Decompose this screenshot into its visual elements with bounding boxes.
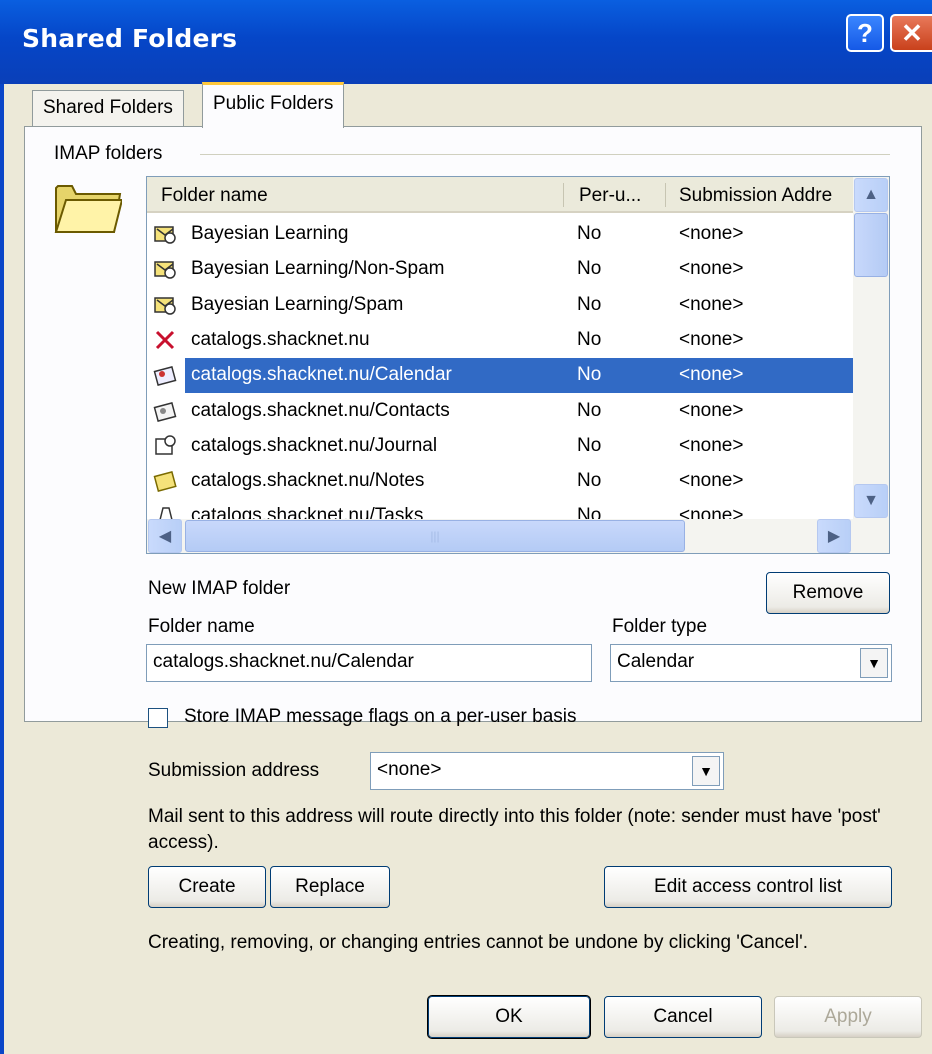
folder-type-dropdown[interactable]: Calendar ▼ <box>610 644 892 682</box>
folder-type-value: Calendar <box>617 651 695 672</box>
column-header-submission-address[interactable]: Submission Addre <box>667 177 853 213</box>
table-row[interactable]: catalogs.shacknet.nu/Journal No <none> <box>147 429 853 464</box>
close-button[interactable]: ✕ <box>890 14 932 52</box>
notes-icon <box>153 469 177 493</box>
folder-name-cell: Bayesian Learning <box>191 223 349 244</box>
per-user-cell: No <box>577 223 602 244</box>
chevron-left-icon: ◀ <box>158 528 172 545</box>
submission-address-value: <none> <box>377 759 442 780</box>
tab-public-folders[interactable]: Public Folders <box>202 82 345 128</box>
column-header-per-user[interactable]: Per-u... <box>565 177 667 213</box>
submission-note: Mail sent to this address will route dir… <box>148 806 881 853</box>
folder-name-label: Folder name <box>148 616 255 637</box>
scroll-down-button[interactable]: ▼ <box>854 484 888 518</box>
submission-address-cell: <none> <box>679 364 744 386</box>
submission-address-dropdown[interactable]: <none> ▼ <box>370 752 724 790</box>
tab-shared-folders[interactable]: Shared Folders <box>32 90 184 126</box>
per-user-flags-checkbox[interactable] <box>148 708 168 728</box>
table-row[interactable]: Bayesian Learning/Spam No <none> <box>147 288 853 323</box>
column-divider[interactable] <box>665 183 666 207</box>
table-row[interactable]: Bayesian Learning/Non-Spam No <none> <box>147 252 853 287</box>
submission-address-cell: <none> <box>679 434 744 456</box>
per-user-cell: No <box>577 293 602 315</box>
folder-name-cell: Bayesian Learning/Spam <box>191 293 404 315</box>
undo-warning: Creating, removing, or changing entries … <box>148 932 808 953</box>
calendar-icon <box>153 363 177 387</box>
horizontal-scrollbar[interactable]: ◀ ||| ▶ <box>147 519 889 553</box>
submission-address-cell: <none> <box>679 399 744 421</box>
table-row[interactable]: catalogs.shacknet.nu/Contacts No <none> <box>147 394 853 429</box>
ok-button[interactable]: OK <box>427 995 591 1039</box>
vertical-scrollbar[interactable]: ▲ ▼ <box>853 177 889 519</box>
bayesian-icon <box>153 293 177 317</box>
column-header-folder-name[interactable]: Folder name <box>147 177 565 213</box>
folder-name-cell: catalogs.shacknet.nu/Contacts <box>191 399 450 421</box>
apply-button[interactable]: Apply <box>774 996 922 1038</box>
folder-name-cell: catalogs.shacknet.nu/Notes <box>191 470 425 492</box>
chevron-down-icon: ▼ <box>863 492 879 509</box>
cancel-button[interactable]: Cancel <box>604 996 762 1038</box>
folder-type-label: Folder type <box>612 616 708 637</box>
scroll-up-button[interactable]: ▲ <box>854 178 888 212</box>
per-user-cell: No <box>577 364 602 386</box>
table-row[interactable]: Bayesian Learning No <none> <box>147 217 853 252</box>
submission-address-label: Submission address <box>148 760 320 781</box>
submission-address-cell: <none> <box>679 293 744 315</box>
edit-acl-button[interactable]: Edit access control list <box>604 866 892 908</box>
chevron-down-icon[interactable]: ▼ <box>692 756 720 786</box>
table-row[interactable]: catalogs.shacknet.nu/Calendar No <none> <box>147 358 853 394</box>
submission-address-cell: <none> <box>679 223 744 244</box>
per-user-flags-label[interactable]: Store IMAP message flags on a per-user b… <box>184 706 577 728</box>
close-icon: ✕ <box>901 17 923 48</box>
remove-button[interactable]: Remove <box>766 572 890 614</box>
scroll-right-button[interactable]: ▶ <box>817 519 851 553</box>
scroll-left-button[interactable]: ◀ <box>148 519 182 553</box>
folder-name-cell: catalogs.shacknet.nu/Calendar <box>191 364 452 386</box>
journal-icon <box>153 434 177 458</box>
bayesian-icon <box>153 222 177 246</box>
submission-address-cell: <none> <box>679 258 744 280</box>
help-button[interactable]: ? <box>846 14 884 52</box>
folder-name-input[interactable]: catalogs.shacknet.nu/Calendar <box>146 644 592 682</box>
chevron-right-icon: ▶ <box>827 528 841 545</box>
folder-name-cell: catalogs.shacknet.nu/Journal <box>191 434 438 456</box>
per-user-cell: No <box>577 399 602 421</box>
per-user-cell: No <box>577 258 602 280</box>
per-user-cell: No <box>577 434 602 456</box>
per-user-cell: No <box>577 328 602 350</box>
column-divider[interactable] <box>563 183 564 207</box>
imap-folders-group-label: IMAP folders <box>54 143 171 165</box>
horizontal-scroll-thumb[interactable]: ||| <box>185 520 685 552</box>
chevron-down-icon[interactable]: ▼ <box>860 648 888 678</box>
folder-name-cell: catalogs.shacknet.nu <box>191 328 370 350</box>
new-imap-folder-label: New IMAP folder <box>148 578 291 599</box>
imap-folder-list[interactable]: Folder name Per-u... Submission Addre Ba… <box>146 176 890 554</box>
chevron-up-icon: ▲ <box>863 186 879 203</box>
vertical-scroll-thumb[interactable] <box>854 213 888 277</box>
folder-icon <box>54 185 122 233</box>
contacts-icon <box>153 399 177 423</box>
submission-address-cell: <none> <box>679 328 744 350</box>
per-user-cell: No <box>577 470 602 492</box>
help-icon: ? <box>857 17 873 48</box>
red-x-icon <box>153 328 177 352</box>
replace-button[interactable]: Replace <box>270 866 390 908</box>
table-row[interactable]: catalogs.shacknet.nu No <none> <box>147 323 853 358</box>
group-divider <box>200 154 890 155</box>
folder-name-cell: Bayesian Learning/Non-Spam <box>191 258 445 280</box>
table-row[interactable]: catalogs.shacknet.nu/Notes No <none> <box>147 464 853 499</box>
window-title: Shared Folders <box>22 24 238 53</box>
submission-address-cell: <none> <box>679 470 744 492</box>
create-button[interactable]: Create <box>148 866 266 908</box>
bayesian-icon <box>153 257 177 281</box>
